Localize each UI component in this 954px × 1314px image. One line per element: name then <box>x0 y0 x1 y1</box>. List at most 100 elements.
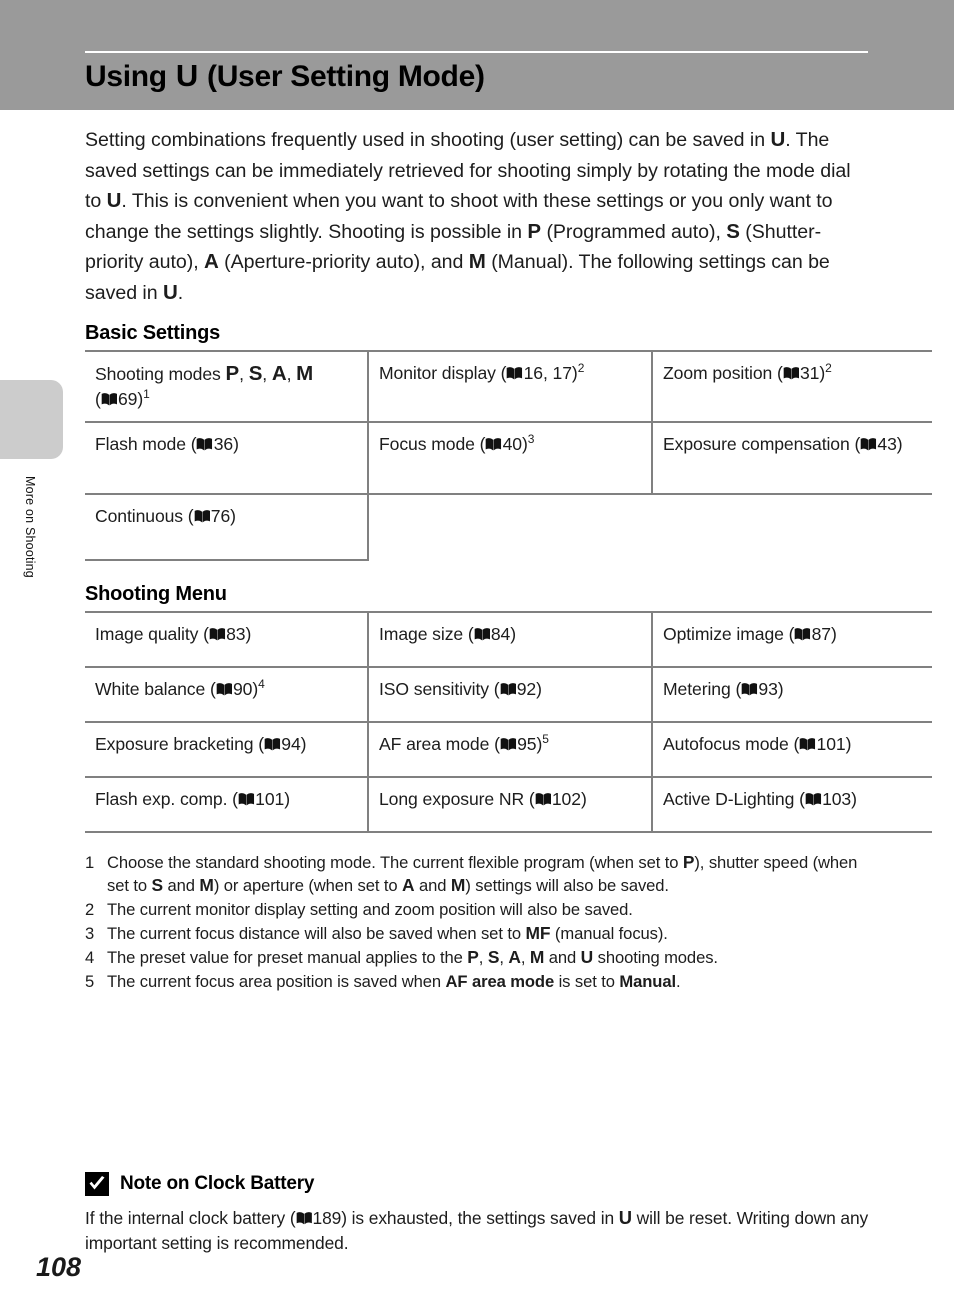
cell-label: Image size ( <box>379 624 474 644</box>
cell-label: Exposure bracketing ( <box>95 734 265 754</box>
sep: , <box>262 364 272 384</box>
note-body-pre: If the internal clock battery ( <box>85 1208 296 1228</box>
book-icon <box>535 792 552 806</box>
user-mode-glyph-icon: U <box>175 58 198 93</box>
mode-glyph-m: M <box>468 250 486 273</box>
page-header-band: Using U (User Setting Mode) <box>0 0 954 110</box>
ref-close: ) <box>845 734 852 754</box>
mode-glyph-s: S <box>151 875 164 895</box>
mode-glyph-p: P <box>467 947 479 967</box>
page-title: Using U (User Setting Mode) <box>85 58 485 94</box>
footnote-item: 1 Choose the standard shooting mode. The … <box>85 851 875 897</box>
book-icon <box>805 792 822 806</box>
book-icon <box>799 737 816 751</box>
mode-glyph-m: M <box>199 875 214 895</box>
shooting-menu-table: Image quality (83) Image size (84) Optimiz… <box>85 611 932 833</box>
footnote-text: The current monitor display setting and … <box>107 898 875 921</box>
cell-focus-mode: Focus mode (40)3 <box>368 421 653 495</box>
mode-glyph-s: S <box>726 219 740 243</box>
page-ref-number: 92 <box>516 679 537 699</box>
footnote-text-run: is set to <box>554 972 620 991</box>
chapter-tab-label: More on Shooting <box>23 476 37 578</box>
footnote-number: 1 <box>85 853 95 872</box>
emphasis-text: AF area mode <box>445 972 555 991</box>
footnote-number: 2 <box>85 900 95 919</box>
cell-label: Metering ( <box>663 679 742 699</box>
page-ref-number: 103 <box>822 789 852 809</box>
footnote-text-run: and <box>414 876 451 895</box>
basic-settings-table: Shooting modes P, S, A, M(69)1 Monitor d… <box>85 350 932 561</box>
footnote-marker: 3 <box>527 432 535 447</box>
note-title: Note on Clock Battery <box>120 1173 315 1194</box>
page-title-suffix: (User Setting Mode) <box>198 60 485 93</box>
note-heading: Note on Clock Battery <box>85 1172 875 1196</box>
table-row: Flash mode (36) Focus mode (40) 3 Exposur… <box>85 421 932 495</box>
ref-close: ) <box>510 624 516 644</box>
footnote-item: 3 The current focus distance will also be… <box>85 922 875 945</box>
sep: , <box>286 364 297 384</box>
cell-empty <box>652 494 932 560</box>
mode-glyph-mf: MF <box>525 923 551 943</box>
shooting-menu-heading: Shooting Menu <box>85 583 227 605</box>
cell-iso-sensitivity: ISO sensitivity (92) <box>368 666 653 723</box>
cell-label: AF area mode ( <box>379 734 500 754</box>
footnote-text-run: and <box>544 948 581 967</box>
footnote-text-run: shooting modes. <box>593 948 718 967</box>
cell-label: Shooting modes <box>95 364 226 384</box>
footnote-number: 3 <box>85 924 95 943</box>
cell-label: ISO sensitivity ( <box>379 679 500 699</box>
footnote-text-run: and <box>163 876 200 895</box>
cell-shooting-modes: Shooting modes P, S, A, M(69)1 <box>85 350 369 423</box>
cell-label: Focus mode ( <box>379 434 486 454</box>
ref-close: ) <box>245 624 252 644</box>
cell-image-quality: Image quality (83) <box>85 611 369 668</box>
book-icon <box>209 627 226 641</box>
footnote-text-run: , <box>520 948 530 967</box>
table-row: Image quality (83) Image size (84) Optimiz… <box>85 611 932 668</box>
table-row: Flash exp. comp. (101) Long exposure NR (… <box>85 776 932 833</box>
table-row: Continuous (76) <box>85 493 932 561</box>
cell-continuous: Continuous (76) <box>85 493 369 561</box>
book-icon <box>264 737 281 751</box>
cell-optimize-image: Optimize image (87) <box>652 611 932 668</box>
basic-settings-heading: Basic Settings <box>85 322 221 344</box>
page-ref-number: 87 <box>811 624 831 644</box>
ref-close: ) <box>230 506 236 526</box>
page-ref-number: 102 <box>551 789 581 809</box>
footnote-marker: 1 <box>143 387 150 402</box>
book-icon <box>101 392 118 406</box>
cell-label: Active D-Lighting ( <box>663 789 805 809</box>
intro-text-1: Setting combinations frequently used in … <box>85 129 771 151</box>
book-icon <box>485 437 502 451</box>
ref-close: ) <box>830 624 837 644</box>
mode-glyph-u: U <box>580 947 594 967</box>
ref-close: ) <box>777 679 784 699</box>
footnote-number: 5 <box>85 972 95 991</box>
page-title-prefix: Using <box>85 60 175 93</box>
mode-glyph-u: U <box>618 1207 632 1228</box>
cell-long-exposure-nr: Long exposure NR (102) <box>368 776 653 833</box>
page-ref-number: 16, 17 <box>523 363 572 383</box>
cell-label: White balance ( <box>95 679 216 699</box>
page-ref-number: 95 <box>517 734 537 754</box>
page-number: 108 <box>36 1252 82 1282</box>
mode-glyph-u-2: U <box>106 189 122 212</box>
page-ref-number: 43 <box>877 434 897 454</box>
checkmark-box-icon <box>85 1172 109 1196</box>
footnote-item: 4 The preset value for preset manual appl… <box>85 946 875 969</box>
footnote-text-run: , <box>478 948 488 967</box>
mode-glyph-u-1: U <box>770 128 786 151</box>
footnote-marker: 4 <box>258 677 265 692</box>
footnotes-list: 1 Choose the standard shooting mode. The … <box>85 851 875 993</box>
ref-close: ) <box>580 789 587 809</box>
cell-label: Exposure compensation ( <box>663 434 861 454</box>
ref-close: ) <box>233 434 239 454</box>
page-ref-number: 69 <box>117 389 138 409</box>
cell-label: Autofocus mode ( <box>663 734 800 754</box>
intro-text-4: (Programmed auto), <box>541 220 727 243</box>
page-ref-number: 40 <box>502 434 522 454</box>
mode-glyph-a: A <box>508 947 521 967</box>
cell-autofocus-mode: Autofocus mode (101) <box>652 721 932 778</box>
footnote-text-run: The preset value for preset manual appli… <box>107 948 468 967</box>
ref-close: ) <box>300 734 307 754</box>
